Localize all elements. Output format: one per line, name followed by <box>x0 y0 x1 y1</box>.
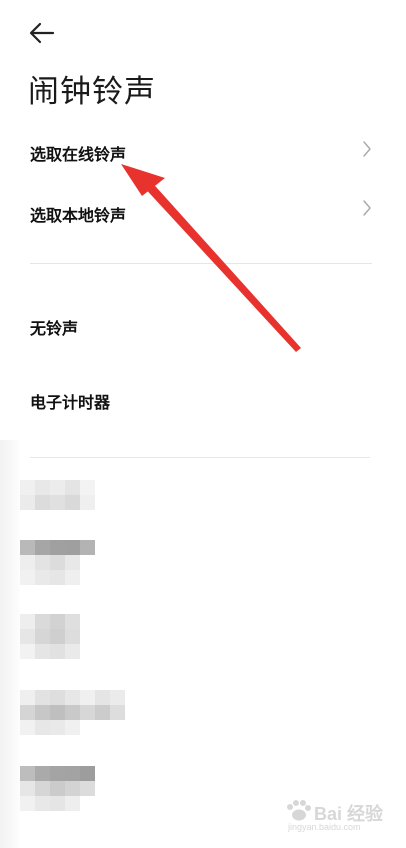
ringtone-settings-screen: 闹钟铃声 选取在线铃声 选取本地铃声 无铃声 电子计时器 Bai 经验 jing… <box>0 0 406 848</box>
select-online-ringtone-row[interactable]: 选取在线铃声 <box>0 124 406 178</box>
arrow-left-icon <box>29 22 55 44</box>
select-local-ringtone-label: 选取本地铃声 <box>30 206 127 225</box>
watermark-url: jingyan.baidu.com <box>288 822 361 832</box>
back-button[interactable] <box>24 18 60 48</box>
option-electronic-timer-label: 电子计时器 <box>30 393 111 412</box>
paw-logo-icon <box>287 800 311 821</box>
option-no-ringtone[interactable]: 无铃声 <box>0 297 406 351</box>
select-online-ringtone-label: 选取在线铃声 <box>30 145 127 164</box>
select-local-ringtone-row[interactable]: 选取本地铃声 <box>0 185 406 239</box>
page-title: 闹钟铃声 <box>28 74 156 110</box>
chevron-right-icon <box>363 141 371 157</box>
section-divider <box>30 263 372 264</box>
list-divider <box>30 457 370 458</box>
option-no-ringtone-label: 无铃声 <box>30 319 79 338</box>
option-electronic-timer[interactable]: 电子计时器 <box>0 372 406 426</box>
chevron-right-icon <box>363 200 371 216</box>
watermark: Bai 经验 jingyan.baidu.com <box>282 800 383 834</box>
